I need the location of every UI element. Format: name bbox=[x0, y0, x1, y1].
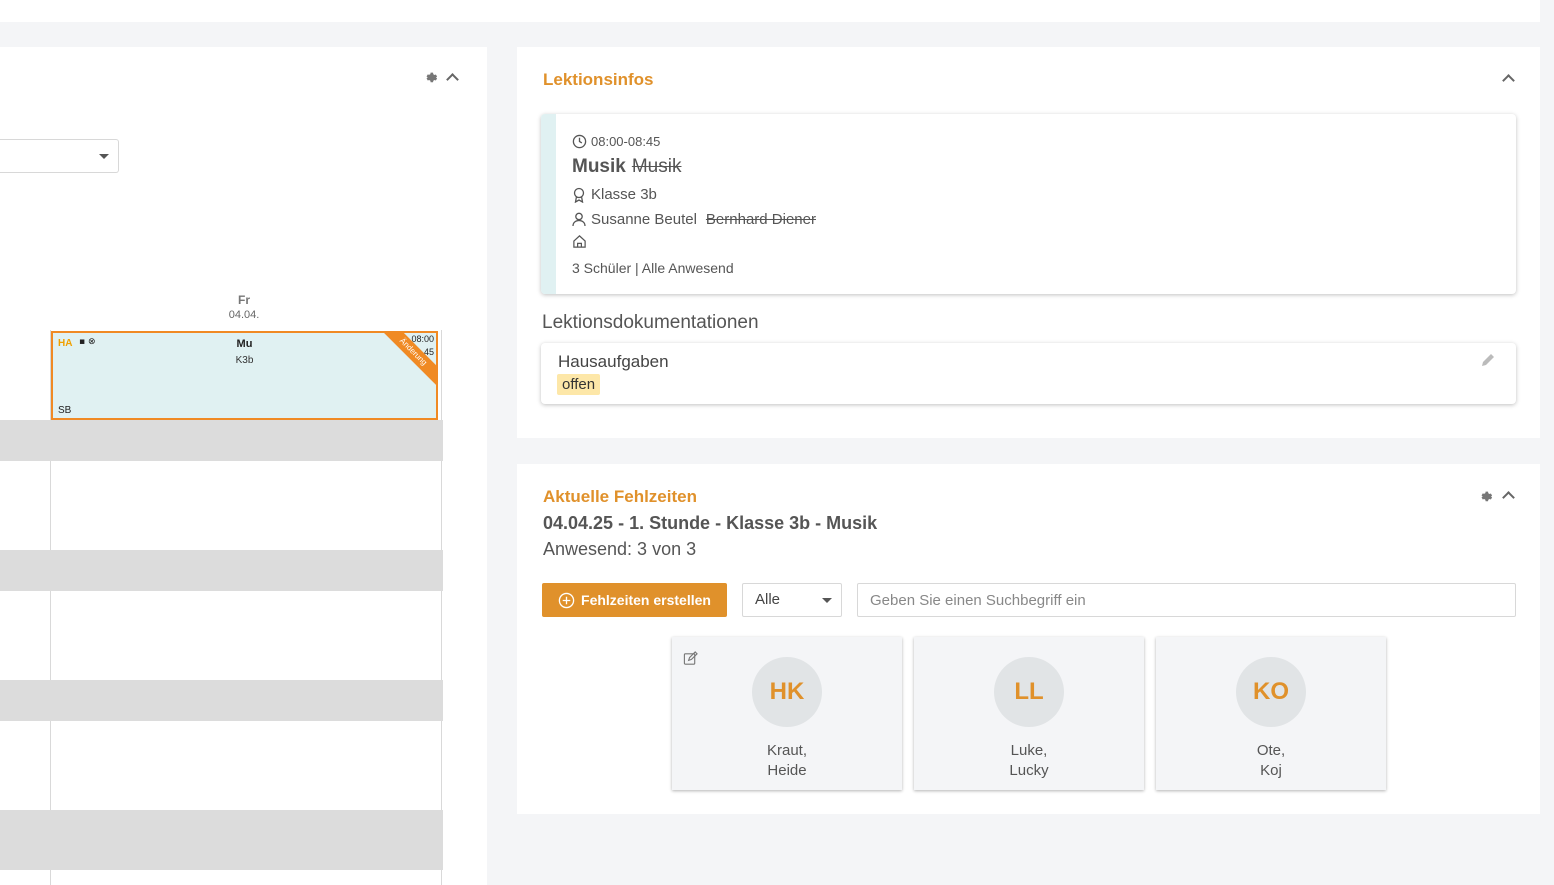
award-icon bbox=[573, 187, 585, 203]
absence-filter-value: Alle bbox=[755, 591, 781, 608]
clock-icon bbox=[572, 134, 587, 149]
pencil-icon[interactable] bbox=[1480, 352, 1496, 368]
student-name: Ote, Koj bbox=[1156, 741, 1386, 781]
lesson-accent-bar bbox=[541, 114, 556, 294]
break-band bbox=[0, 680, 443, 721]
avatar: LL bbox=[994, 657, 1064, 727]
lesson-class-row: Klasse 3b bbox=[572, 186, 657, 203]
lesson-docs-title: Lektionsdokumentationen bbox=[542, 312, 759, 333]
lesson-subject-current: Musik bbox=[572, 156, 626, 177]
doc-item-name: Hausaufgaben bbox=[558, 352, 669, 371]
student-first-name: Lucky bbox=[1009, 762, 1049, 779]
student-first-name: Koj bbox=[1260, 762, 1282, 779]
lesson-time-text: 08:00-08:45 bbox=[591, 134, 661, 149]
lesson-class: K3b bbox=[235, 355, 254, 366]
lesson-subject-old: Musik bbox=[631, 156, 682, 177]
lesson-info-title: Lektionsinfos bbox=[543, 70, 654, 89]
lesson-teacher-old: Bernhard Diener bbox=[705, 211, 816, 228]
lesson-class-text: Klasse 3b bbox=[591, 186, 657, 203]
day-name: Fr bbox=[238, 293, 250, 307]
top-bar bbox=[0, 0, 1540, 22]
student-last-name: Kraut, bbox=[766, 742, 808, 759]
avatar: HK bbox=[752, 657, 822, 727]
break-band bbox=[0, 810, 443, 870]
collapse-chevron-icon[interactable] bbox=[446, 73, 459, 86]
lesson-teacher-text: Susanne Beutel bbox=[591, 211, 697, 228]
student-name: Luke, Lucky bbox=[914, 741, 1144, 781]
absences-title: Aktuelle Fehlzeiten bbox=[543, 487, 697, 506]
plus-circle-icon bbox=[558, 592, 575, 608]
timetable-header-controls bbox=[425, 71, 459, 86]
create-absence-label: Fehlzeiten erstellen bbox=[581, 592, 711, 608]
grid-line bbox=[441, 330, 442, 885]
student-card[interactable]: LL Luke, Lucky bbox=[914, 637, 1144, 790]
lesson-room-row bbox=[572, 234, 592, 249]
lesson-subject: Mu bbox=[236, 338, 253, 350]
lesson-doc-item[interactable]: Hausaufgaben offen bbox=[541, 343, 1516, 404]
lesson-subject-heading: Musik Musik bbox=[572, 156, 681, 178]
absences-present-count: Anwesend: 3 von 3 bbox=[543, 539, 697, 559]
student-card[interactable]: KO Ote, Koj bbox=[1156, 637, 1386, 790]
avatar: KO bbox=[1236, 657, 1306, 727]
student-first-name: Heide bbox=[767, 762, 807, 779]
create-absence-button[interactable]: Fehlzeiten erstellen bbox=[542, 583, 727, 617]
absences-subtitle: 04.04.25 - 1. Stunde - Klasse 3b - Musik bbox=[543, 513, 878, 533]
day-date: 04.04. bbox=[228, 309, 260, 321]
edit-icon[interactable] bbox=[683, 651, 698, 666]
chevron-down-icon bbox=[822, 598, 832, 603]
lesson-info-box: 08:00-08:45 Musik Musik Klasse 3b Susanne… bbox=[541, 114, 1516, 294]
lesson-time: 08:00-08:45 bbox=[572, 134, 660, 149]
student-last-name: Ote, bbox=[1256, 742, 1286, 759]
lesson-teacher: SB bbox=[58, 405, 72, 416]
home-icon bbox=[573, 235, 586, 248]
lesson-time-start: 08:00 bbox=[411, 334, 434, 344]
chevron-down-icon bbox=[99, 154, 109, 159]
break-band bbox=[0, 550, 443, 591]
lesson-summary: 3 Schüler | Alle Anwesend bbox=[572, 260, 734, 276]
gear-icon[interactable] bbox=[425, 71, 438, 84]
timetable-select[interactable] bbox=[0, 139, 119, 173]
absence-filter-select[interactable]: Alle bbox=[742, 583, 842, 617]
search-input[interactable] bbox=[857, 583, 1516, 617]
lesson-block[interactable]: HA ▪ ⊗ Mu K3b SB 08:00 45 Änderung bbox=[51, 331, 438, 420]
user-icon bbox=[572, 212, 586, 227]
student-last-name: Luke, bbox=[1010, 742, 1048, 759]
status-badge: offen bbox=[557, 374, 601, 395]
student-card[interactable]: HK Kraut, Heide bbox=[672, 637, 902, 790]
lesson-teacher-row: Susanne Beutel Bernhard Diener bbox=[572, 211, 816, 228]
student-name: Kraut, Heide bbox=[672, 741, 902, 781]
gear-icon[interactable] bbox=[1480, 490, 1493, 503]
break-band bbox=[0, 420, 443, 461]
